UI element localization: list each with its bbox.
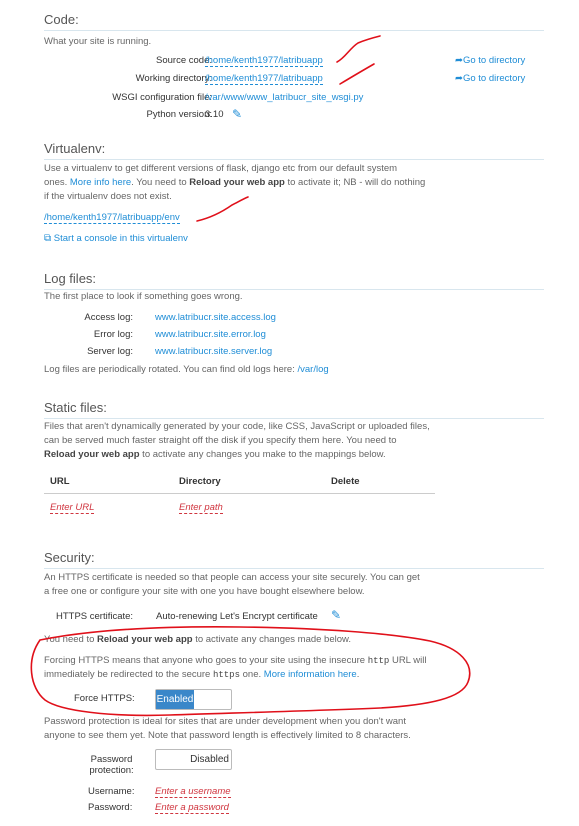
- static-text-line1: Files that aren't dynamically generated …: [44, 421, 430, 432]
- arrow-share-icon: ➦: [455, 55, 463, 66]
- password-placeholder[interactable]: Enter a password: [155, 802, 229, 814]
- python-version-value: 3.10: [205, 109, 224, 120]
- wsgi-label: WSGI configuration file:: [112, 92, 212, 103]
- access-log-label: Access log:: [84, 312, 133, 323]
- virtualenv-text-line3: if the virtualenv does not exist.: [44, 191, 172, 202]
- password-text-line1: Password protection is ideal for sites t…: [44, 716, 406, 727]
- password-protection-toggle[interactable]: Disabled: [155, 749, 232, 770]
- static-url-input[interactable]: Enter URL: [50, 502, 95, 514]
- password-label: Password:: [88, 802, 133, 813]
- security-text-line2: a free one or configure your site with o…: [44, 586, 365, 597]
- password-protection-state: Disabled: [190, 754, 229, 765]
- static-path-input[interactable]: Enter path: [179, 502, 223, 514]
- virtualenv-divider: [44, 159, 544, 160]
- static-table-divider: [44, 493, 435, 494]
- workdir-goto-directory[interactable]: ➦Go to directory: [455, 73, 525, 84]
- username-input[interactable]: Enter a username: [155, 786, 231, 798]
- source-code-label: Source code:: [156, 55, 212, 66]
- working-directory-label: Working directory:: [135, 73, 212, 84]
- log-files-heading: Log files:: [44, 271, 97, 286]
- https-certificate-label: HTTPS certificate:: [56, 611, 134, 622]
- working-directory-path[interactable]: /home/kenth1977/latribuapp: [205, 73, 323, 85]
- static-col-url: URL: [50, 476, 70, 487]
- static-col-directory: Directory: [179, 476, 221, 487]
- source-code-value[interactable]: /home/kenth1977/latribuapp: [205, 55, 323, 67]
- log-rotation-note: Log files are periodically rotated. You …: [44, 364, 329, 375]
- source-goto-directory[interactable]: ➦Go to directory: [455, 55, 525, 66]
- pencil-icon[interactable]: ✎: [331, 608, 341, 622]
- source-code-path[interactable]: /home/kenth1977/latribuapp: [205, 55, 323, 67]
- workdir-goto-label[interactable]: Go to directory: [463, 73, 525, 84]
- error-log-label: Error log:: [93, 329, 133, 340]
- username-placeholder[interactable]: Enter a username: [155, 786, 231, 798]
- force-https-toggle[interactable]: Enabled: [155, 689, 232, 710]
- force-https-label: Force HTTPS:: [74, 693, 135, 704]
- static-text-line3: Reload your web app to activate any chan…: [44, 449, 386, 460]
- password-protection-label: Password protection:: [89, 754, 134, 776]
- static-path-placeholder[interactable]: Enter path: [179, 502, 223, 514]
- virtualenv-text-line1: Use a virtualenv to get different versio…: [44, 163, 398, 174]
- var-log-link[interactable]: /var/log: [298, 364, 329, 375]
- error-log-link[interactable]: www.latribucr.site.error.log: [155, 329, 266, 340]
- code-divider: [44, 30, 544, 31]
- virtualenv-heading: Virtualenv:: [44, 141, 106, 156]
- static-files-divider: [44, 418, 544, 419]
- security-heading: Security:: [44, 550, 95, 565]
- username-label: Username:: [88, 786, 135, 797]
- arrow-share-icon: ➦: [455, 73, 463, 84]
- source-goto-label[interactable]: Go to directory: [463, 55, 525, 66]
- code-heading: Code:: [44, 12, 79, 27]
- password-text-line2: anyone to see them yet. Note that passwo…: [44, 730, 411, 741]
- more-information-link[interactable]: More information here: [264, 669, 357, 680]
- virtualenv-path[interactable]: /home/kenth1977/latribuapp/env: [44, 212, 180, 224]
- security-reload-note: You need to Reload your web app to activ…: [44, 634, 351, 645]
- static-url-placeholder[interactable]: Enter URL: [50, 502, 95, 514]
- more-info-link[interactable]: More info here: [70, 177, 131, 188]
- start-console-label[interactable]: Start a console in this virtualenv: [54, 233, 188, 244]
- force-https-text-line1: Forcing HTTPS means that anyone who goes…: [44, 655, 427, 666]
- password-input[interactable]: Enter a password: [155, 802, 229, 814]
- security-text-line1: An HTTPS certificate is needed so that p…: [44, 572, 420, 583]
- access-log-link[interactable]: www.latribucr.site.access.log: [155, 312, 276, 323]
- static-text-line2: can be served much faster straight off t…: [44, 435, 397, 446]
- working-directory-value[interactable]: /home/kenth1977/latribuapp: [205, 73, 323, 85]
- security-divider: [44, 568, 544, 569]
- static-files-heading: Static files:: [44, 400, 107, 415]
- start-console-link[interactable]: ⧉ Start a console in this virtualenv: [44, 233, 188, 244]
- static-col-delete: Delete: [331, 476, 360, 487]
- log-files-divider: [44, 289, 544, 290]
- virtualenv-path-value[interactable]: /home/kenth1977/latribuapp/env: [44, 212, 180, 224]
- virtualenv-text-line2: ones. More info here. You need to Reload…: [44, 177, 426, 188]
- force-https-state: Enabled: [156, 690, 194, 709]
- console-icon: ⧉: [44, 233, 52, 244]
- pencil-icon[interactable]: ✎: [232, 107, 242, 121]
- server-log-label: Server log:: [87, 346, 133, 357]
- https-certificate-value: Auto-renewing Let's Encrypt certificate: [156, 611, 318, 622]
- code-description: What your site is running.: [44, 36, 152, 47]
- wsgi-value[interactable]: /var/www/www_latribucr_site_wsgi.py: [205, 92, 363, 103]
- force-https-text-line2: immediately be redirected to the secure …: [44, 669, 360, 680]
- wsgi-file-link[interactable]: /var/www/www_latribucr_site_wsgi.py: [205, 92, 363, 103]
- python-version-label: Python version:: [146, 109, 212, 120]
- server-log-link[interactable]: www.latribucr.site.server.log: [155, 346, 272, 357]
- log-files-description: The first place to look if something goe…: [44, 291, 243, 302]
